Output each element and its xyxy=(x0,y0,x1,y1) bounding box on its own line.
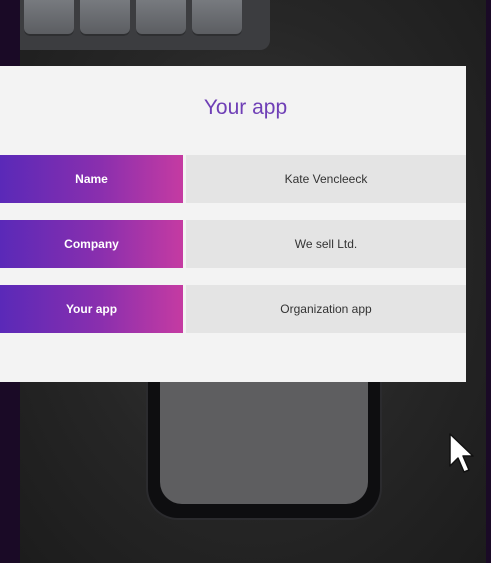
info-row-name: Name Kate Vencleeck xyxy=(0,155,466,203)
info-row-company: Company We sell Ltd. xyxy=(0,220,466,268)
info-row-app: Your app Organization app xyxy=(0,285,466,333)
mouse-pointer-icon xyxy=(449,433,474,473)
keyboard-key xyxy=(136,0,186,36)
row-label: Company xyxy=(0,220,183,268)
keyboard-key xyxy=(80,0,130,36)
keyboard-key xyxy=(24,0,74,36)
row-value: We sell Ltd. xyxy=(186,220,466,268)
row-label: Name xyxy=(0,155,183,203)
row-label: Your app xyxy=(0,285,183,333)
row-value: Organization app xyxy=(186,285,466,333)
keyboard-key xyxy=(192,0,242,36)
card-title: Your app xyxy=(203,96,288,119)
row-value: Kate Vencleeck xyxy=(186,155,466,203)
keyboard-image xyxy=(20,0,270,50)
